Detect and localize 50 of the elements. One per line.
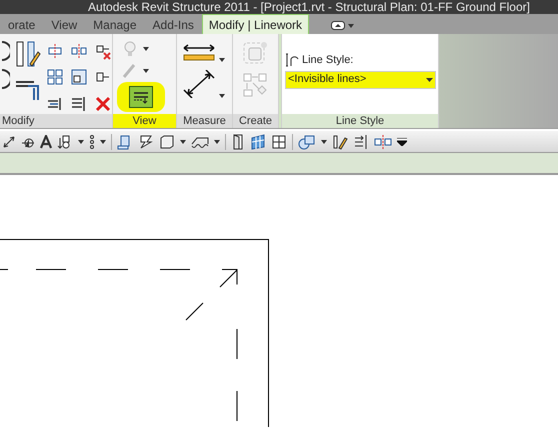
delete-icon[interactable] — [94, 94, 112, 113]
line-style-dropdown[interactable]: <Invisible lines> — [285, 70, 436, 88]
split-icon[interactable] — [70, 42, 88, 60]
ribbon-tab[interactable]: Add-Ins — [144, 16, 202, 34]
ribbon-tab[interactable]: Modify | Linework — [202, 14, 310, 34]
caret-icon — [426, 78, 433, 82]
linework-button[interactable] — [129, 86, 153, 108]
ribbon-tab[interactable]: View — [43, 16, 86, 34]
caret-icon[interactable] — [348, 24, 354, 28]
window-icon[interactable] — [271, 134, 287, 150]
curtain-wall-icon[interactable] — [250, 134, 266, 150]
lines-icon — [133, 90, 149, 104]
line-style-label: Line Style: — [302, 53, 354, 68]
panel-label: Create — [233, 114, 278, 128]
beam-icon[interactable] — [138, 134, 154, 150]
panel-label: Modify — [0, 114, 112, 128]
ribbon-tab[interactable]: Manage — [85, 16, 145, 34]
dots-icon[interactable] — [89, 134, 95, 148]
caret-icon[interactable] — [219, 94, 225, 98]
toolbar-menu-icon[interactable] — [397, 138, 407, 146]
caret-icon[interactable] — [143, 47, 149, 51]
ribbon-tab[interactable]: orate — [0, 16, 44, 34]
caret-icon[interactable] — [321, 140, 327, 144]
mirror-icon[interactable] — [14, 40, 42, 68]
panel-label: Line Style — [282, 114, 438, 128]
panel-label: Measure — [177, 114, 232, 128]
thin-lines-icon[interactable] — [353, 134, 369, 150]
line-style-icon — [285, 53, 299, 68]
caret-icon[interactable] — [214, 140, 220, 144]
dimension-icon[interactable] — [182, 70, 216, 98]
shapes-icon[interactable] — [298, 134, 316, 150]
caret-icon[interactable] — [219, 58, 225, 62]
panel-label: View — [113, 114, 176, 128]
align-icon[interactable] — [46, 42, 64, 60]
caret-icon[interactable] — [180, 140, 186, 144]
ruler-icon[interactable] — [182, 44, 216, 62]
aligned-dimension-icon[interactable] — [2, 134, 16, 148]
mirror-pencil-icon[interactable] — [332, 134, 348, 150]
split-face-icon[interactable] — [374, 134, 392, 150]
minimize-ribbon-icon[interactable] — [331, 21, 346, 30]
door-icon[interactable] — [231, 134, 245, 150]
scale-icon[interactable] — [70, 68, 88, 86]
text-tool-icon[interactable] — [40, 134, 52, 148]
slab-icon[interactable] — [159, 134, 175, 150]
caret-icon[interactable] — [78, 140, 84, 144]
offset-lines-icon[interactable] — [70, 94, 88, 113]
array-icon[interactable] — [46, 68, 64, 86]
caret-icon[interactable] — [143, 69, 149, 73]
window-title: Autodesk Revit Structure 2011 - [Project1.rvt - Structural Plan: 01-FF Ground Floor] — [88, 1, 530, 14]
caret-icon[interactable] — [100, 140, 106, 144]
